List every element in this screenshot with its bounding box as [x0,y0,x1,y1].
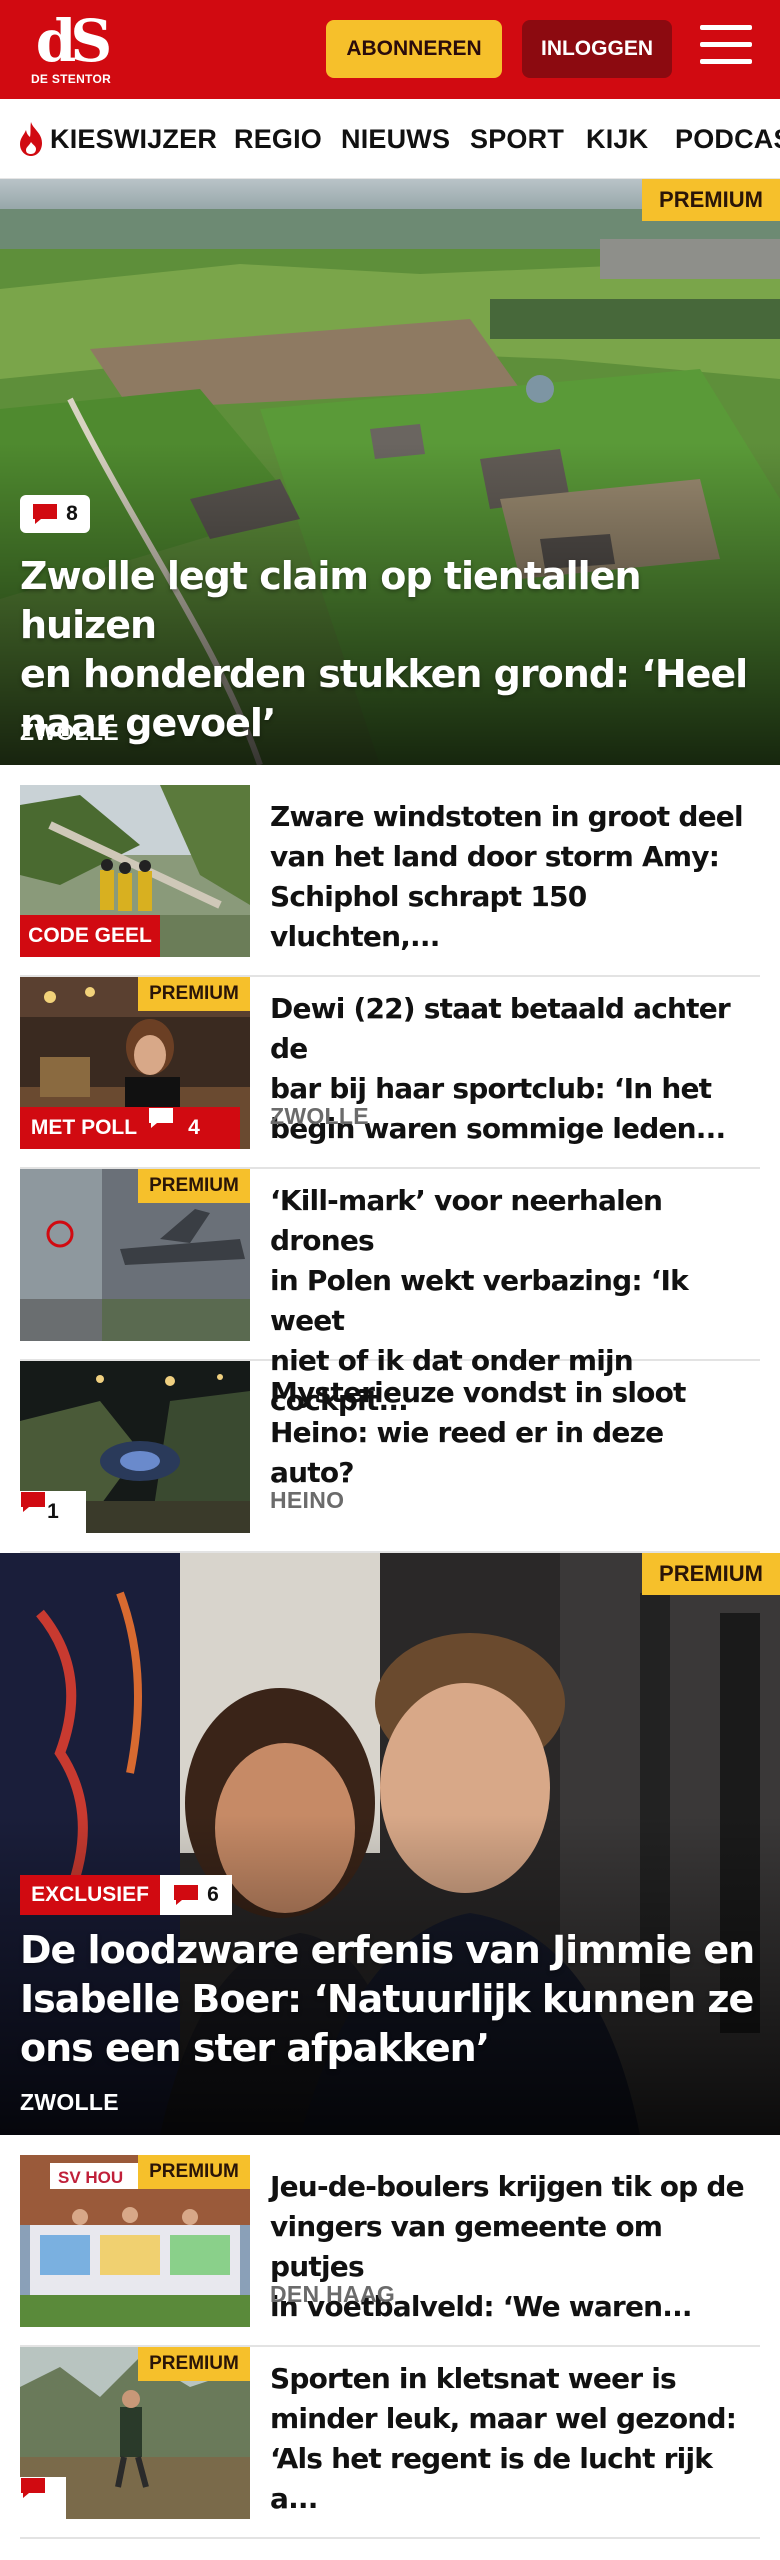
comment-count[interactable]: 4 [148,1107,240,1149]
comment-count-value: 8 [66,502,78,525]
premium-badge: PREMIUM [138,1169,250,1203]
clubhouse-sign: SV HOU [58,2168,123,2187]
title-line: Heino: wie reed er in deze auto? [270,1416,664,1489]
list-item[interactable]: PREMIUM MET POLL 4 Dewi (22) staat betaa… [20,977,760,1169]
list-item[interactable]: SV HOU PREMIUM Jeu-de-boulers krijgen ti… [20,2155,760,2347]
list-item[interactable]: CODE GEEL Zware windstoten in groot deel… [20,785,760,977]
premium-badge: PREMIUM [642,179,780,221]
list-item[interactable]: 1 Mysterieuze vondst in sloot Heino: wie… [20,1361,760,1553]
poll-tag: MET POLL [20,1107,148,1149]
hero-article-2[interactable]: PREMIUM EXCLUSIEF 6 De loodzware erfenis… [0,1553,780,2135]
hero-location: ZWOLLE [20,719,119,745]
logo-subtitle: DE STENTOR [30,72,112,86]
article-thumbnail: CODE GEEL [20,785,250,957]
hero-title-line: Isabelle Boer: ‘Natuurlijk kunnen ze [20,1977,754,2021]
premium-badge: PREMIUM [138,2155,250,2189]
comment-count[interactable]: 1 [20,1491,86,1533]
exclusive-tag: EXCLUSIEF [20,1875,160,1915]
article-title[interactable]: Mysterieuze vondst in sloot Heino: wie r… [270,1373,750,1493]
list-item[interactable]: PREMIUM Sporten in kletsnat weer is mind… [20,2347,760,2539]
hero-title-line: De loodzware erfenis van Jimmie en [20,1928,755,1972]
code-geel-tag: CODE GEEL [20,915,160,957]
comment-count[interactable]: 6 [160,1875,232,1915]
article-location: ZWOLLE [270,1103,369,1129]
title-line: ‘Kill-mark’ voor neerhalen drones [270,1184,663,1257]
premium-badge: PREMIUM [138,2347,250,2381]
title-line: Jeu-de-boulers krijgen tik op de [270,2170,745,2203]
hero-title-line: en honderden stukken grond: ‘Heel [20,652,748,696]
comment-count[interactable] [20,2477,66,2519]
article-thumbnail: PREMIUM [20,1169,250,1341]
nav-item-regio[interactable]: REGIO [234,99,322,178]
site-logo[interactable]: dS DE STENTOR [26,12,116,90]
article-location: DEN HAAG [270,2281,396,2307]
title-line: Sporten in kletsnat weer is [270,2362,677,2395]
article-location: HEINO [270,1487,345,1513]
logo-mark: dS [35,7,112,75]
list-item[interactable]: PREMIUM ‘Kill-mark’ voor neerhalen drone… [20,1169,760,1417]
title-line: ‘Als het regent is de lucht rijk a... [270,2442,713,2515]
hero-title[interactable]: Zwolle legt claim op tientallen huizen e… [20,552,780,748]
flame-icon [20,122,42,156]
title-line: vingers van gemeente om putjes [270,2210,663,2283]
section-nav: KIESWIJZER REGIO NIEUWS SPORT KIJK PODCA… [0,99,780,179]
premium-badge: PREMIUM [138,977,250,1011]
hero-title-line: Zwolle legt claim op tientallen huizen [20,554,642,647]
comment-icon [174,1885,199,1905]
site-header: dS DE STENTOR ABONNEREN INLOGGEN [0,0,780,99]
comment-icon [21,1492,45,1512]
nav-item-podcast[interactable]: PODCAS [675,99,780,178]
article-thumbnail: PREMIUM [20,2347,250,2519]
title-line: Mysterieuze vondst in sloot [270,1376,686,1409]
title-line: Zware windstoten in groot deel [270,800,744,833]
article-thumbnail: PREMIUM MET POLL 4 [20,977,250,1149]
hero-article[interactable]: PREMIUM 8 Zwolle legt claim op tientalle… [0,179,780,765]
article-thumbnail: SV HOU PREMIUM [20,2155,250,2327]
title-line: Dewi (22) staat betaald achter de [270,992,731,1065]
article-title[interactable]: Zware windstoten in groot deel van het l… [270,797,750,957]
hero-title-line: ons een ster afpakken’ [20,2026,490,2070]
comment-icon [33,504,58,524]
nav-item-sport[interactable]: SPORT [470,99,564,178]
article-thumbnail: 1 [20,1361,250,1533]
nav-item-kieswijzer[interactable]: KIESWIJZER [50,99,217,178]
hamburger-icon[interactable] [700,25,752,71]
nav-item-kijk[interactable]: KIJK [586,99,648,178]
comment-count-value: 4 [188,1116,200,1139]
comment-icon [21,2478,45,2498]
title-line: Schiphol schrapt 150 vluchten,... [270,880,587,953]
title-line: minder leuk, maar wel gezond: [270,2402,737,2435]
title-line: in Polen wekt verbazing: ‘Ik weet [270,1264,689,1337]
nav-item-nieuws[interactable]: NIEUWS [341,99,450,178]
article-title[interactable]: Sporten in kletsnat weer is minder leuk,… [270,2359,750,2519]
subscribe-button[interactable]: ABONNEREN [326,20,502,78]
login-button[interactable]: INLOGGEN [522,20,672,78]
hero-title[interactable]: De loodzware erfenis van Jimmie en Isabe… [20,1926,755,2073]
hero-location: ZWOLLE [20,2089,119,2115]
comment-count-value: 6 [207,1883,219,1906]
title-line: van het land door storm Amy: [270,840,720,873]
hero-title-line: naar gevoel’ [20,701,276,745]
premium-badge: PREMIUM [642,1553,780,1595]
comment-count[interactable]: 8 [20,495,90,533]
comment-icon [149,1108,173,1128]
comment-count-value: 1 [47,1500,59,1523]
